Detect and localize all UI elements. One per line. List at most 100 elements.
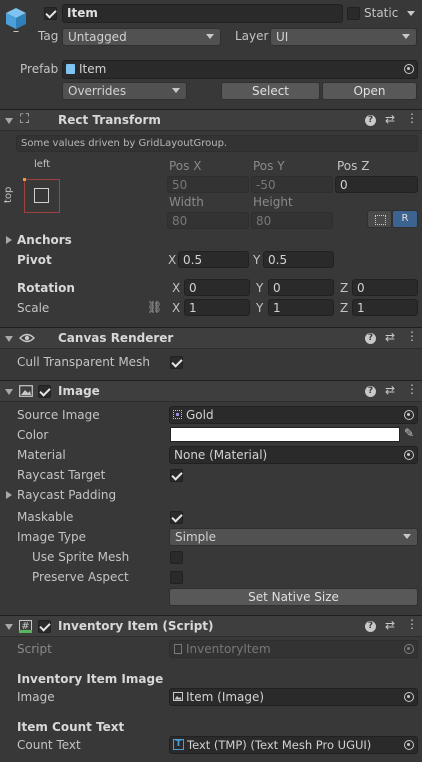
overrides-dropdown[interactable]: Overrides — [62, 82, 187, 100]
image-ref-field[interactable]: Item (Image) — [169, 688, 418, 706]
context-menu-icon[interactable]: ⋮ — [406, 329, 418, 343]
scale-z-axis-label: Z — [340, 301, 349, 315]
material-picker-icon[interactable] — [404, 450, 414, 460]
canvas-renderer-fold-icon[interactable] — [5, 336, 13, 342]
height-field: 80 — [251, 212, 333, 229]
count-text-label: Count Text — [17, 738, 81, 752]
rect-transform-icon: ⛶ — [20, 112, 30, 127]
set-native-size-button[interactable]: Set Native Size — [169, 588, 418, 606]
rotation-z-field[interactable]: 0 — [352, 279, 418, 296]
raycast-padding-fold-icon[interactable] — [6, 491, 12, 499]
inventory-item-header[interactable]: # Inventory Item (Script) ? ⇄ ⋮ — [0, 615, 422, 637]
layer-dropdown[interactable]: UI — [270, 28, 417, 46]
help-icon[interactable]: ? — [365, 386, 376, 397]
select-button[interactable]: Select — [221, 82, 320, 100]
rotation-y-axis-label: Y — [256, 281, 264, 295]
gameobject-icon[interactable] — [4, 6, 28, 34]
anchors-fold-icon[interactable] — [6, 236, 12, 244]
item-count-text-header: Item Count Text — [17, 720, 125, 734]
preserve-aspect-checkbox[interactable] — [170, 571, 183, 584]
help-icon[interactable]: ? — [365, 115, 376, 126]
image-component-icon — [19, 385, 33, 397]
static-checkbox[interactable] — [347, 7, 360, 20]
image-ref-value: Item (Image) — [186, 690, 265, 704]
presets-icon[interactable]: ⇄ — [385, 383, 395, 397]
source-image-value: Gold — [186, 408, 214, 422]
script-value: InventoryItem — [186, 642, 271, 656]
use-sprite-mesh-checkbox[interactable] — [170, 551, 183, 564]
context-menu-icon[interactable]: ⋮ — [406, 111, 418, 125]
color-swatch[interactable] — [170, 427, 400, 442]
layer-label: Layer — [235, 29, 269, 43]
count-text-picker-icon[interactable] — [404, 740, 414, 750]
raycast-target-checkbox[interactable] — [170, 469, 183, 482]
use-sprite-mesh-label: Use Sprite Mesh — [32, 550, 130, 564]
rotation-label: Rotation — [17, 281, 75, 295]
source-image-field[interactable]: Gold — [169, 406, 418, 424]
maskable-checkbox[interactable] — [170, 511, 183, 524]
inventory-item-title: Inventory Item (Script) — [58, 619, 214, 633]
presets-icon[interactable]: ⇄ — [385, 330, 395, 344]
scale-y-axis-label: Y — [256, 301, 264, 315]
context-menu-icon[interactable]: ⋮ — [406, 382, 418, 396]
pivot-x-axis-label: X — [168, 253, 177, 267]
eyedropper-icon[interactable]: ✎ — [404, 426, 414, 440]
scale-y-field[interactable]: 1 — [268, 299, 334, 316]
image-type-dropdown[interactable]: Simple — [169, 528, 418, 546]
source-image-picker-icon[interactable] — [404, 410, 414, 420]
static-dropdown-arrow-icon[interactable] — [407, 11, 415, 16]
tag-dropdown[interactable]: Untagged — [62, 28, 221, 46]
raw-edit-button[interactable]: R — [392, 210, 418, 228]
inventory-item-enabled-checkbox[interactable] — [38, 620, 51, 633]
image-header[interactable]: Image ? ⇄ ⋮ — [0, 380, 422, 402]
color-label: Color — [17, 428, 49, 442]
scale-z-field[interactable]: 1 — [352, 299, 418, 316]
static-label: Static — [364, 6, 399, 20]
anchor-presets-button[interactable] — [23, 178, 60, 213]
open-button[interactable]: Open — [322, 82, 417, 100]
presets-icon[interactable]: ⇄ — [385, 618, 395, 632]
anchors-label[interactable]: Anchors — [17, 233, 72, 247]
rect-transform-header[interactable]: ⛶ Rect Transform ? ⇄ ⋮ — [0, 109, 422, 131]
scale-label: Scale — [17, 301, 50, 315]
image-fold-icon[interactable] — [5, 389, 13, 395]
count-text-value: Text (TMP) (Text Mesh Pro UGUI) — [187, 738, 372, 752]
count-text-field[interactable]: Text (TMP) (Text Mesh Pro UGUI) — [169, 736, 418, 754]
image-title: Image — [58, 384, 100, 398]
pivot-x-field[interactable]: 0.5 — [178, 251, 249, 268]
presets-icon[interactable]: ⇄ — [385, 112, 395, 126]
scale-x-field[interactable]: 1 — [184, 299, 250, 316]
preserve-aspect-label: Preserve Aspect — [32, 570, 129, 584]
pos-z-field[interactable]: 0 — [335, 176, 418, 193]
image-ref-picker-icon[interactable] — [404, 692, 414, 702]
image-type-value: Simple — [175, 530, 216, 544]
text-tmp-icon: T — [173, 739, 184, 750]
constrain-proportions-icon[interactable]: ⛓ — [147, 300, 162, 314]
pivot-y-field[interactable]: 0.5 — [263, 251, 334, 268]
help-icon[interactable]: ? — [365, 333, 376, 344]
pivot-y-axis-label: Y — [253, 253, 261, 267]
inventory-item-fold-icon[interactable] — [5, 624, 13, 630]
object-name-field[interactable]: Item — [62, 4, 343, 23]
rotation-x-field[interactable]: 0 — [184, 279, 250, 296]
script-label: Script — [17, 642, 52, 656]
prefab-picker-icon[interactable] — [404, 64, 414, 74]
help-icon[interactable]: ? — [365, 621, 376, 632]
anchor-pivot-dot-icon — [23, 178, 26, 181]
raycast-padding-label[interactable]: Raycast Padding — [17, 488, 116, 502]
inventory-item-image-header: Inventory Item Image — [17, 672, 164, 686]
cull-transparent-mesh-label: Cull Transparent Mesh — [17, 355, 150, 369]
rotation-y-field[interactable]: 0 — [268, 279, 334, 296]
canvas-renderer-header[interactable]: Canvas Renderer ? ⇄ ⋮ — [0, 327, 422, 349]
pos-y-field: -50 — [251, 176, 333, 193]
image-enabled-checkbox[interactable] — [38, 385, 51, 398]
eye-icon — [19, 333, 35, 343]
material-field[interactable]: None (Material) — [169, 446, 418, 464]
blueprint-mode-button[interactable] — [367, 210, 392, 228]
prefab-field[interactable]: Item — [62, 60, 418, 79]
material-label: Material — [17, 448, 66, 462]
cull-transparent-mesh-checkbox[interactable] — [170, 356, 183, 369]
active-checkbox[interactable] — [44, 7, 57, 20]
context-menu-icon[interactable]: ⋮ — [406, 617, 418, 631]
rect-transform-fold-icon[interactable] — [5, 118, 13, 124]
